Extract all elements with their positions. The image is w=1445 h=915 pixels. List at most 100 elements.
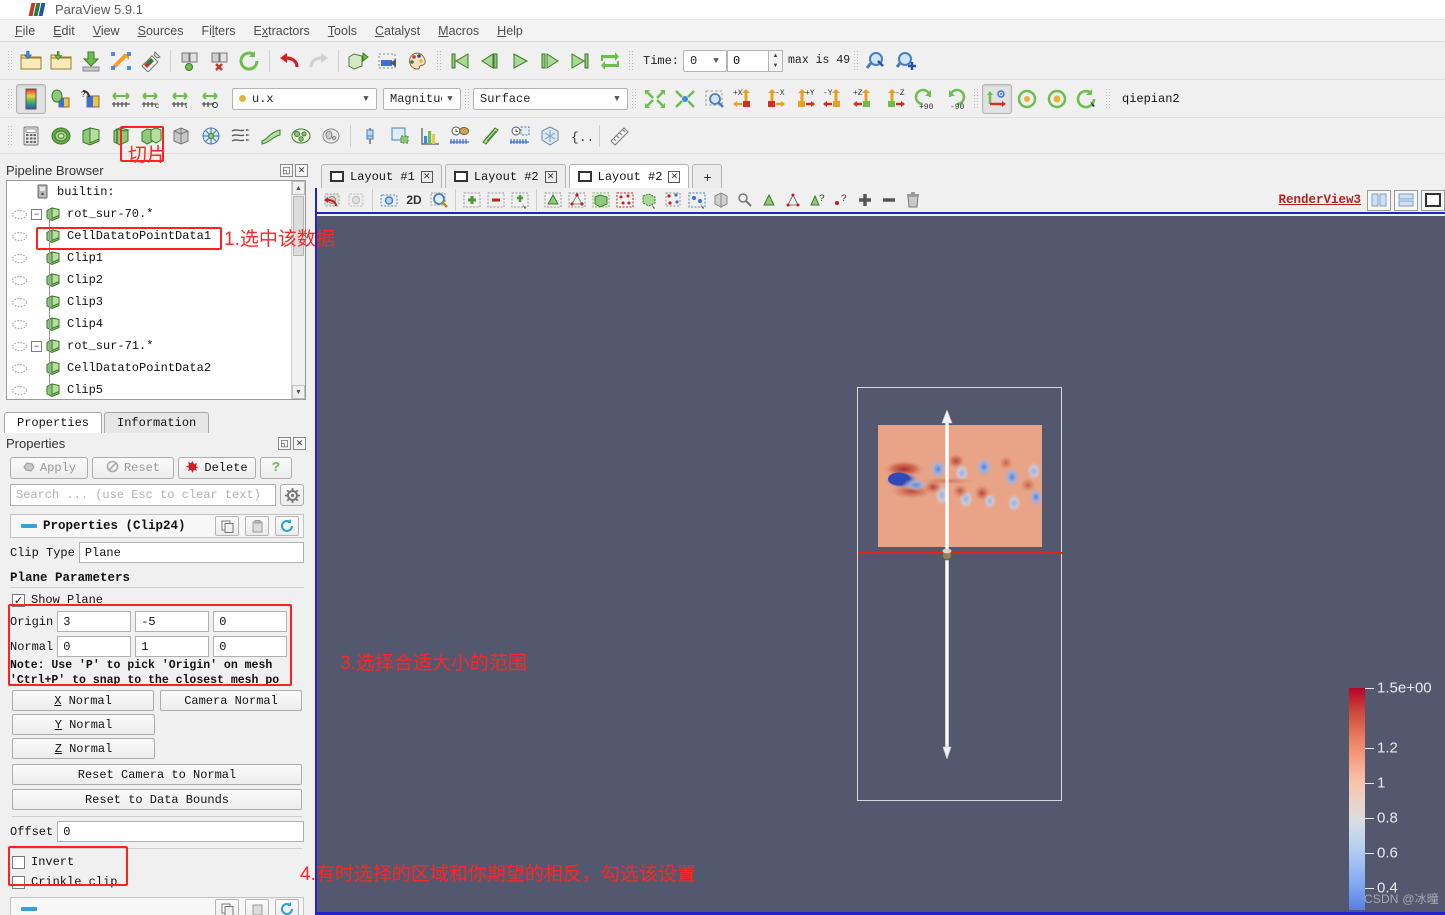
properties-close-button[interactable]: ✕	[293, 436, 306, 450]
plot-selection-icon[interactable]	[385, 121, 415, 151]
y-normal-button[interactable]: Y Normal	[12, 714, 155, 735]
interactive-select-points-icon[interactable]	[781, 189, 805, 212]
crinkle-clip-checkbox[interactable]	[12, 875, 25, 889]
menu-sources[interactable]: Sources	[129, 22, 193, 40]
scroll-down-icon[interactable]: ▼	[292, 385, 305, 399]
undo-camera-icon[interactable]	[343, 46, 373, 76]
hover-cells-icon[interactable]	[757, 189, 781, 212]
reload-python-icon[interactable]	[235, 46, 265, 76]
plot-over-time-icon[interactable]	[445, 121, 475, 151]
plane-widget-normal-arrow[interactable]	[940, 409, 954, 760]
gear-icon[interactable]	[280, 484, 304, 506]
warp-filter-icon[interactable]	[256, 121, 286, 151]
x-normal-button[interactable]: X X NormalNormal	[12, 690, 154, 711]
paste-display-icon[interactable]	[245, 899, 269, 915]
camera-minus-y-icon[interactable]: -Y	[820, 84, 850, 114]
time-combo[interactable]: 0 ▼	[683, 49, 728, 72]
toolbar-grip[interactable]	[7, 49, 13, 72]
select-points-through-icon[interactable]	[613, 189, 637, 212]
plot-over-line-icon[interactable]	[475, 121, 505, 151]
select-points-surface-icon[interactable]	[565, 189, 589, 212]
select-cells-polygon-icon[interactable]	[637, 189, 661, 212]
search-input[interactable]: Search ... (use Esc to clear text)	[10, 484, 276, 506]
visibility-eye-icon[interactable]	[9, 207, 29, 221]
paste-properties-icon[interactable]	[245, 516, 269, 536]
toolbar-grip-center[interactable]	[973, 87, 979, 110]
zoom-to-data-icon[interactable]	[670, 84, 700, 114]
edit-color-map-icon-2[interactable]	[46, 84, 76, 114]
interactive-select-icon[interactable]	[685, 189, 709, 212]
help-button[interactable]: ?	[260, 457, 292, 479]
pipeline-item-builtin[interactable]: builtin:	[7, 181, 291, 203]
threshold-filter-icon[interactable]	[136, 121, 166, 151]
tab-properties[interactable]: Properties	[4, 412, 103, 433]
show-center-icon[interactable]	[1012, 84, 1042, 114]
interaction-mode-icon[interactable]	[982, 83, 1012, 114]
invert-checkbox[interactable]	[12, 855, 25, 869]
python-calculator-icon[interactable]: {..}	[565, 121, 595, 151]
disconnect-server-icon[interactable]	[205, 46, 235, 76]
z-normal-button[interactable]: Z Normal	[12, 738, 155, 759]
select-block-icon[interactable]	[709, 189, 733, 212]
pipeline-float-button[interactable]: ◱	[280, 163, 293, 177]
undo-camera-icon[interactable]	[320, 189, 344, 212]
visibility-eye-icon[interactable]	[9, 251, 29, 265]
find-data-icon[interactable]	[862, 46, 892, 76]
menu-extractors[interactable]: Extractors	[245, 22, 319, 40]
visibility-eye-icon[interactable]	[9, 273, 29, 287]
clip-type-value[interactable]: Plane	[78, 542, 304, 563]
last-frame-icon[interactable]	[565, 46, 595, 76]
extract-subset-icon[interactable]	[166, 121, 196, 151]
origin-x-input[interactable]: 3	[57, 611, 132, 632]
rescale-data-range-icon[interactable]	[106, 84, 136, 114]
open-file-icon[interactable]	[16, 46, 46, 76]
toolbar-grip-filters[interactable]	[7, 124, 13, 147]
properties-section-header[interactable]: Properties (Clip24)	[10, 514, 304, 538]
tab-layout-2a[interactable]: Layout #2 ✕	[444, 164, 566, 188]
scroll-up-icon[interactable]: ▲	[292, 181, 305, 195]
camera-minus-z-icon[interactable]: -Z	[880, 84, 910, 114]
frame-stepper[interactable]: ▲ ▼	[769, 49, 784, 72]
pick-center-icon[interactable]	[1042, 84, 1072, 114]
show-color-legend-icon[interactable]	[16, 83, 46, 114]
visibility-eye-icon[interactable]	[9, 295, 29, 309]
origin-y-input[interactable]: -5	[135, 611, 210, 632]
select-points-polygon-icon[interactable]	[661, 189, 685, 212]
menu-tools[interactable]: Tools	[319, 22, 366, 40]
zoom-to-box-icon[interactable]	[427, 189, 451, 212]
visibility-eye-icon[interactable]	[9, 383, 29, 397]
menu-macros[interactable]: Macros	[429, 22, 488, 40]
contour-filter-icon[interactable]	[46, 121, 76, 151]
delete-button[interactable]: Delete	[178, 457, 256, 479]
recent-files-icon[interactable]	[46, 46, 76, 76]
show-plane-row[interactable]: ✓ Show Plane	[12, 593, 304, 607]
save-animation-icon[interactable]	[136, 46, 166, 76]
next-frame-icon[interactable]	[535, 46, 565, 76]
pipeline-scrollbar[interactable]: ▲ ▼	[291, 181, 305, 399]
tab-layout-1[interactable]: Layout #1 ✕	[321, 164, 442, 188]
rescale-time-icon[interactable]: c	[136, 84, 166, 114]
camera-minus-x-icon[interactable]: -X	[760, 84, 790, 114]
restore-display-defaults-icon[interactable]	[275, 899, 299, 915]
menu-filters[interactable]: Filters	[192, 22, 244, 40]
visibility-eye-icon[interactable]	[9, 361, 29, 375]
display-section-header[interactable]	[10, 897, 304, 915]
reset-button[interactable]: Reset	[92, 457, 174, 479]
menu-view[interactable]: View	[84, 22, 129, 40]
component-combo[interactable]: Magnitude ▼	[383, 87, 461, 110]
ruler-icon[interactable]	[604, 121, 634, 151]
subtract-selection-icon[interactable]	[484, 189, 508, 212]
extract-level-icon[interactable]	[316, 121, 346, 151]
camera-normal-button[interactable]: Camera Normal	[160, 690, 302, 711]
edit-color-map-icon[interactable]	[403, 46, 433, 76]
select-cells-through-icon[interactable]	[589, 189, 613, 212]
group-datasets-icon[interactable]	[286, 121, 316, 151]
toggle-selection-icon[interactable]	[508, 189, 532, 212]
histogram-icon[interactable]	[415, 121, 445, 151]
camera-plus-x-icon[interactable]: +X	[730, 84, 760, 114]
previous-frame-icon[interactable]	[475, 46, 505, 76]
toolbar-grip-macro[interactable]	[1105, 87, 1111, 110]
play-icon[interactable]	[505, 46, 535, 76]
scrollbar-thumb[interactable]	[293, 196, 304, 256]
color-array-combo[interactable]: u.x ▼	[232, 87, 377, 110]
